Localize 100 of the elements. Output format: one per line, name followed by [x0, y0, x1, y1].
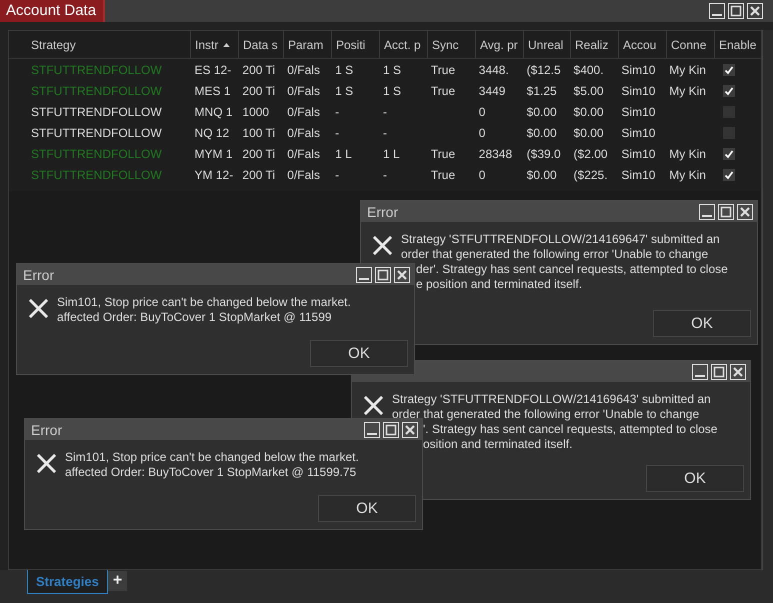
close-icon[interactable]: [737, 204, 753, 220]
table-cell: 0/Fals: [287, 84, 320, 98]
table-cell: 0: [478, 126, 486, 140]
table-cell: STFUTTRENDFOLLOW: [31, 84, 162, 98]
maximize-icon[interactable]: [375, 266, 391, 282]
table-cell: $0.00: [526, 104, 557, 118]
table-cell: 0/Fals: [287, 62, 320, 76]
table-cell: 3449: [478, 84, 506, 98]
error-message: affected Order: BuyToCover 1 StopMarket @ 11599.75: [65, 465, 356, 479]
column-header[interactable]: Data s: [239, 31, 284, 58]
column-header[interactable]: Sync: [428, 31, 476, 58]
column-header[interactable]: Realiz: [571, 31, 619, 58]
error-message: Strategy 'STFUTTRENDFOLLOW/214169647' submitted an: [401, 232, 720, 246]
table-cell: 3448.: [478, 62, 509, 76]
error-message: '. Strategy has sent cancel requests, attempted to close: [423, 422, 718, 436]
ok-button[interactable]: OK: [310, 340, 408, 367]
minimize-icon[interactable]: [709, 3, 725, 19]
table-cell: True: [430, 146, 456, 160]
checkbox[interactable]: [723, 64, 736, 76]
table-cell: ($39.0: [526, 146, 561, 160]
table-cell: MYM 1: [194, 146, 233, 160]
column-header[interactable]: Accou: [619, 31, 667, 58]
error-message: e position and terminated itself.: [416, 277, 582, 291]
column-header[interactable]: Param: [284, 31, 332, 58]
table-cell: STFUTTRENDFOLLOW: [31, 104, 162, 118]
column-header[interactable]: Instr: [191, 31, 239, 58]
column-header[interactable]: Avg. pr: [476, 31, 524, 58]
table-cell: 200 Ti: [242, 146, 276, 160]
error-message: Sim101, Stop price can't be changed below the market.: [57, 295, 351, 309]
column-header[interactable]: Unreal: [524, 31, 571, 58]
table-cell: $0.00: [526, 168, 557, 182]
minimize-icon[interactable]: [699, 204, 715, 220]
minimize-icon[interactable]: [364, 422, 380, 438]
table-cell: 200 Ti: [242, 168, 276, 182]
table-cell: MES 1: [194, 84, 231, 98]
table-cell: 200 Ti: [242, 84, 276, 98]
column-header[interactable]: Acct. p: [380, 31, 428, 58]
table-cell: 1 S: [383, 62, 402, 76]
table-cell: MNQ 1: [194, 104, 233, 118]
table-cell: 0/Fals: [287, 168, 320, 182]
table-cell: 1 L: [383, 146, 400, 160]
dialog-title: Error: [31, 422, 62, 438]
tab[interactable]: Strategies: [27, 570, 108, 594]
table-cell: 1 S: [335, 84, 354, 98]
table-cell: Sim10: [621, 126, 656, 140]
minimize-icon[interactable]: [356, 266, 372, 282]
maximize-icon[interactable]: [383, 422, 399, 438]
close-icon[interactable]: [730, 364, 746, 380]
table-cell: My Kin: [669, 168, 706, 182]
table-cell: My Kin: [669, 62, 706, 76]
table-cell: -: [335, 168, 340, 182]
table-cell: $0.00: [574, 126, 604, 140]
error-x-icon: [372, 235, 393, 256]
error-message: affected Order: BuyToCover 1 StopMarket @ 11599: [57, 310, 332, 324]
table-cell: ($225.: [574, 168, 608, 182]
close-icon[interactable]: [747, 3, 763, 19]
ok-button[interactable]: OK: [646, 465, 744, 492]
table-cell: 0/Fals: [287, 146, 320, 160]
table-cell: YM 12-: [194, 168, 234, 182]
table-cell: 1 S: [383, 84, 402, 98]
checkbox[interactable]: [723, 148, 736, 160]
table-cell: ($12.5: [526, 62, 561, 76]
table-cell: $0.00: [574, 104, 604, 118]
window-title: Account Data: [0, 0, 106, 22]
maximize-icon[interactable]: [718, 204, 734, 220]
error-message: Sim101, Stop price can't be changed below the market.: [65, 450, 359, 464]
table-cell: -: [383, 104, 388, 118]
column-header[interactable]: Strategy: [9, 31, 191, 58]
table-cell: $5.00: [574, 84, 604, 98]
maximize-icon[interactable]: [711, 364, 727, 380]
maximize-icon[interactable]: [728, 3, 744, 19]
table-cell: STFUTTRENDFOLLOW: [31, 126, 162, 140]
column-header[interactable]: Conne: [667, 31, 715, 58]
column-header[interactable]: Positi: [332, 31, 380, 58]
error-message: der'. Strategy has sent cancel requests, attempted to close: [416, 262, 728, 276]
checkbox[interactable]: [723, 168, 736, 180]
table-cell: $0.00: [526, 126, 557, 140]
dialog-title: Error: [367, 204, 398, 220]
table-cell: 1 L: [335, 146, 352, 160]
close-icon[interactable]: [402, 422, 418, 438]
error-message: Strategy 'STFUTTRENDFOLLOW/214169643' submitted an: [392, 392, 711, 406]
table-cell: True: [430, 168, 456, 182]
checkbox[interactable]: [723, 84, 736, 96]
table-cell: My Kin: [669, 84, 706, 98]
table-cell: NQ 12: [194, 126, 230, 140]
add-tab-button[interactable]: +: [108, 571, 128, 591]
error-x-icon: [36, 453, 57, 474]
ok-button[interactable]: OK: [318, 495, 416, 522]
table-cell: STFUTTRENDFOLLOW: [31, 146, 162, 160]
error-message: order that generated the following error 'Unable to change: [401, 247, 708, 261]
table-cell: -: [335, 104, 340, 118]
table-cell: 100 Ti: [242, 126, 276, 140]
ok-button[interactable]: OK: [653, 310, 751, 337]
table-cell: -: [383, 168, 388, 182]
table-cell: -: [383, 126, 388, 140]
error-x-icon: [28, 298, 49, 319]
close-icon[interactable]: [394, 266, 410, 282]
minimize-icon[interactable]: [692, 364, 708, 380]
table-cell: 1 S: [335, 62, 354, 76]
table-cell: -: [335, 126, 340, 140]
